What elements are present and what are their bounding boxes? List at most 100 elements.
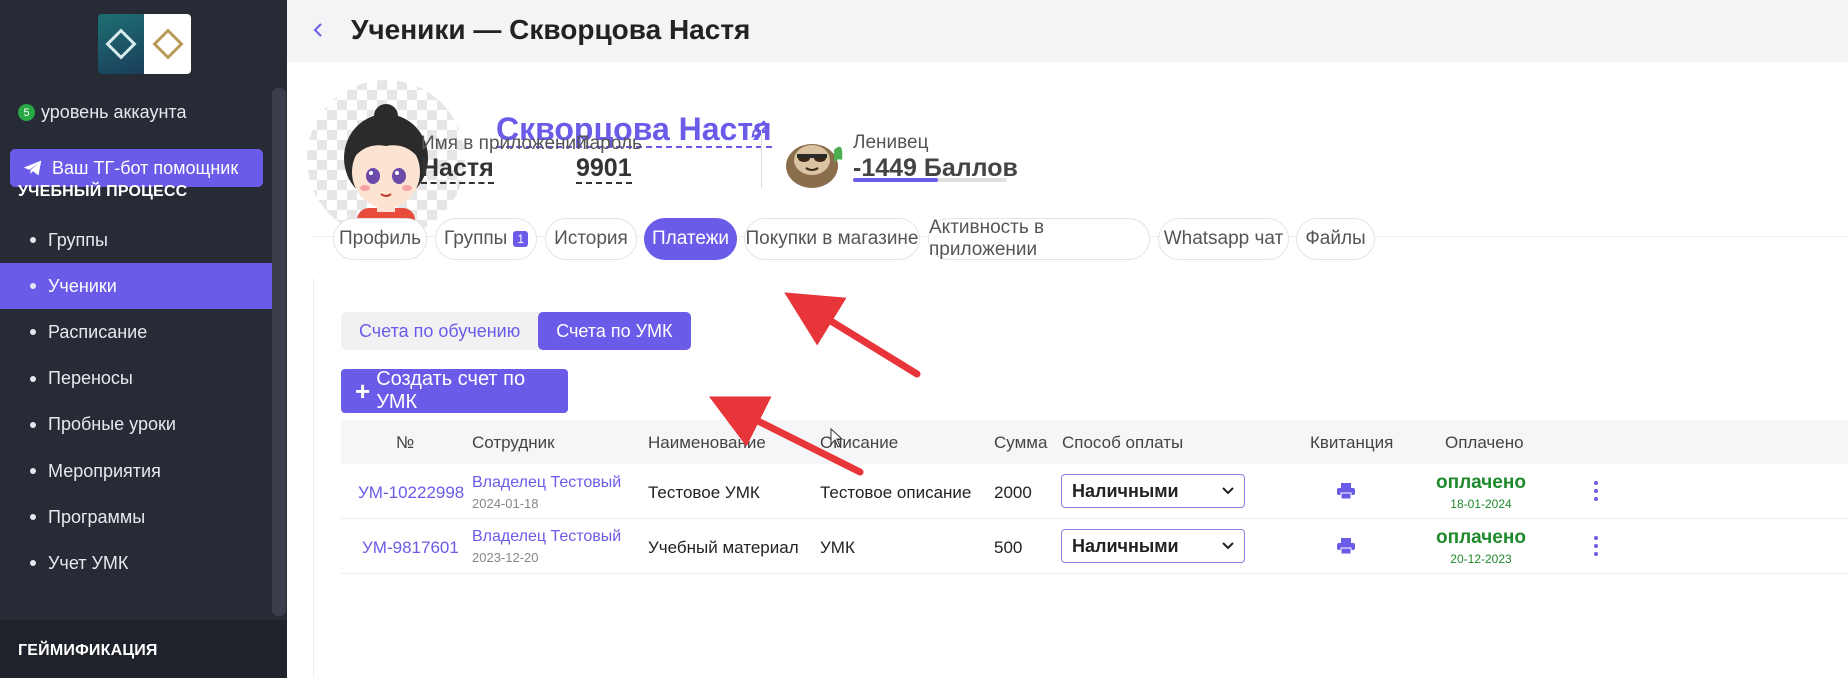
sidebar-item-label: Группы	[48, 229, 108, 250]
sidebar-item-transfers[interactable]: Переносы	[0, 356, 272, 402]
create-umk-invoice-button[interactable]: + Создать счет по УМК	[341, 368, 568, 413]
bullet-icon	[30, 560, 36, 567]
paid-status: оплачено 18-01-2024	[1431, 472, 1531, 511]
more-actions-icon[interactable]	[1592, 481, 1600, 501]
sidebar-item-label: Переносы	[48, 368, 133, 389]
tab-whatsapp-chat[interactable]: Whatsapp чат	[1158, 218, 1289, 260]
chevron-down-icon	[1222, 487, 1234, 495]
chevron-down-icon	[1222, 542, 1234, 550]
tg-bot-button[interactable]: Ваш ТГ-бот помощник	[10, 149, 263, 187]
column-header: Оплачено	[1445, 433, 1524, 452]
tab-groups[interactable]: Группы 1	[435, 218, 537, 260]
employee-cell: Владелец Тестовый 2023-12-20	[472, 528, 621, 565]
item-description: УМК	[820, 538, 855, 557]
bullet-icon	[30, 329, 36, 336]
bullet-icon	[30, 237, 36, 244]
umk-invoices-table: № Сотрудник Наименование Описание Сумма …	[341, 420, 1848, 574]
level-name: Ленивец	[853, 132, 929, 153]
sidebar-item-label: Учет УМК	[48, 552, 129, 573]
employee-date: 2023-12-20	[472, 550, 539, 565]
paid-date: 18-01-2024	[1450, 497, 1512, 511]
sidebar-item-schedule[interactable]: Расписание	[0, 309, 272, 355]
company-logo[interactable]	[98, 14, 191, 74]
app-name-value[interactable]: Настя	[421, 154, 494, 184]
tab-label: История	[554, 228, 628, 249]
tab-label: Покупки в магазине	[745, 228, 919, 249]
paid-status-label: оплачено	[1436, 527, 1526, 548]
account-level-label: уровень аккаунта	[41, 102, 187, 122]
sidebar-item-trial-lessons[interactable]: Пробные уроки	[0, 402, 272, 448]
payment-method-select[interactable]: Наличными	[1061, 529, 1245, 563]
profile-divider	[761, 130, 762, 188]
paid-date: 20-12-2023	[1450, 552, 1512, 566]
create-umk-invoice-label: Создать счет по УМК	[376, 368, 526, 413]
bullet-icon	[30, 375, 36, 382]
account-level: 5 уровень аккаунта	[18, 102, 186, 123]
tab-label: Группы	[444, 228, 508, 249]
bullet-icon	[30, 514, 36, 521]
invoice-number-link[interactable]: УМ-9817601	[362, 538, 459, 558]
payment-method-value: Наличными	[1072, 535, 1179, 556]
sidebar-item-programs[interactable]: Программы	[0, 494, 272, 540]
bullet-icon	[30, 421, 36, 428]
employee-link[interactable]: Владелец Тестовый	[472, 474, 621, 492]
password-value[interactable]: 9901	[576, 154, 632, 184]
column-header: Способ оплаты	[1062, 433, 1184, 452]
tab-payments[interactable]: Платежи	[644, 218, 737, 260]
table-row: УМ-9817601 Владелец Тестовый 2023-12-20 …	[341, 519, 1848, 574]
sidebar-item-umk-accounting[interactable]: Учет УМК	[0, 540, 272, 586]
tab-count-badge: 1	[513, 231, 528, 247]
subtab-umk-invoices[interactable]: Счета по УМК	[538, 312, 691, 350]
printer-icon[interactable]	[1336, 482, 1356, 500]
sidebar-section-gamification: ГЕЙМИФИКАЦИЯ	[0, 620, 287, 678]
column-header: №	[396, 433, 415, 452]
paid-status: оплачено 20-12-2023	[1431, 527, 1531, 566]
sidebar-item-events[interactable]: Мероприятия	[0, 448, 272, 494]
level-badge: 5	[18, 104, 35, 121]
tab-store-purchases[interactable]: Покупки в магазине	[744, 218, 920, 260]
employee-cell: Владелец Тестовый 2024-01-18	[472, 474, 621, 511]
pencil-icon[interactable]	[749, 118, 771, 140]
item-sum: 500	[994, 538, 1023, 557]
sidebar-item-label: Программы	[48, 506, 146, 527]
item-name: Учебный материал	[648, 538, 799, 557]
employee-link[interactable]: Владелец Тестовый	[472, 528, 621, 546]
sidebar-nav: Группы Ученики Расписание Переносы Пробн…	[0, 217, 272, 587]
more-actions-icon[interactable]	[1592, 536, 1600, 556]
password-label: Пароль	[576, 133, 642, 154]
payment-subtabs: Счета по обучению Счета по УМК	[341, 312, 691, 350]
subtab-tuition-invoices[interactable]: Счета по обучению	[341, 312, 538, 350]
employee-date: 2024-01-18	[472, 496, 539, 511]
column-header: Квитанция	[1310, 433, 1394, 452]
sidebar-item-students[interactable]: Ученики	[0, 263, 272, 310]
back-chevron-icon[interactable]	[307, 18, 331, 42]
sidebar-item-groups[interactable]: Группы	[0, 217, 272, 263]
item-sum: 2000	[994, 483, 1032, 502]
tab-label: Платежи	[651, 228, 730, 249]
sidebar-item-label: Пробные уроки	[48, 414, 176, 435]
tab-app-activity[interactable]: Активность в приложении	[928, 217, 1150, 260]
tab-profile[interactable]: Профиль	[333, 218, 427, 260]
tab-files[interactable]: Файлы	[1296, 218, 1375, 260]
invoice-number-link[interactable]: УМ-10222998	[358, 483, 464, 503]
content-panel: Скворцова Настя Имя в приложении Настя П…	[287, 62, 1848, 678]
main-area: Ученики — Скворцова Настя Скворцова Наст…	[287, 0, 1848, 678]
sidebar-item-label: Ученики	[48, 275, 117, 296]
tab-history[interactable]: История	[545, 218, 637, 260]
sidebar-scrollbar[interactable]	[272, 88, 286, 616]
item-description: Тестовое описание	[820, 483, 972, 502]
column-header: Наименование	[648, 433, 766, 452]
topbar: Ученики — Скворцова Настя	[287, 0, 1848, 62]
paid-status-label: оплачено	[1436, 472, 1526, 493]
printer-icon[interactable]	[1336, 537, 1356, 555]
mouse-cursor-icon	[830, 428, 844, 448]
payment-method-value: Наличными	[1072, 480, 1179, 501]
sidebar-item-label: Расписание	[48, 321, 148, 342]
panel-left-border	[313, 278, 314, 678]
sidebar: 5 уровень аккаунта Ваш ТГ-бот помощник У…	[0, 0, 287, 678]
item-name: Тестовое УМК	[648, 483, 760, 502]
points-progress-bar	[853, 178, 1007, 182]
section-title-learning: УЧЕБНЫЙ ПРОЦЕСС	[18, 183, 188, 200]
payment-method-select[interactable]: Наличными	[1061, 474, 1245, 508]
page-title: Ученики — Скворцова Настя	[351, 14, 751, 45]
